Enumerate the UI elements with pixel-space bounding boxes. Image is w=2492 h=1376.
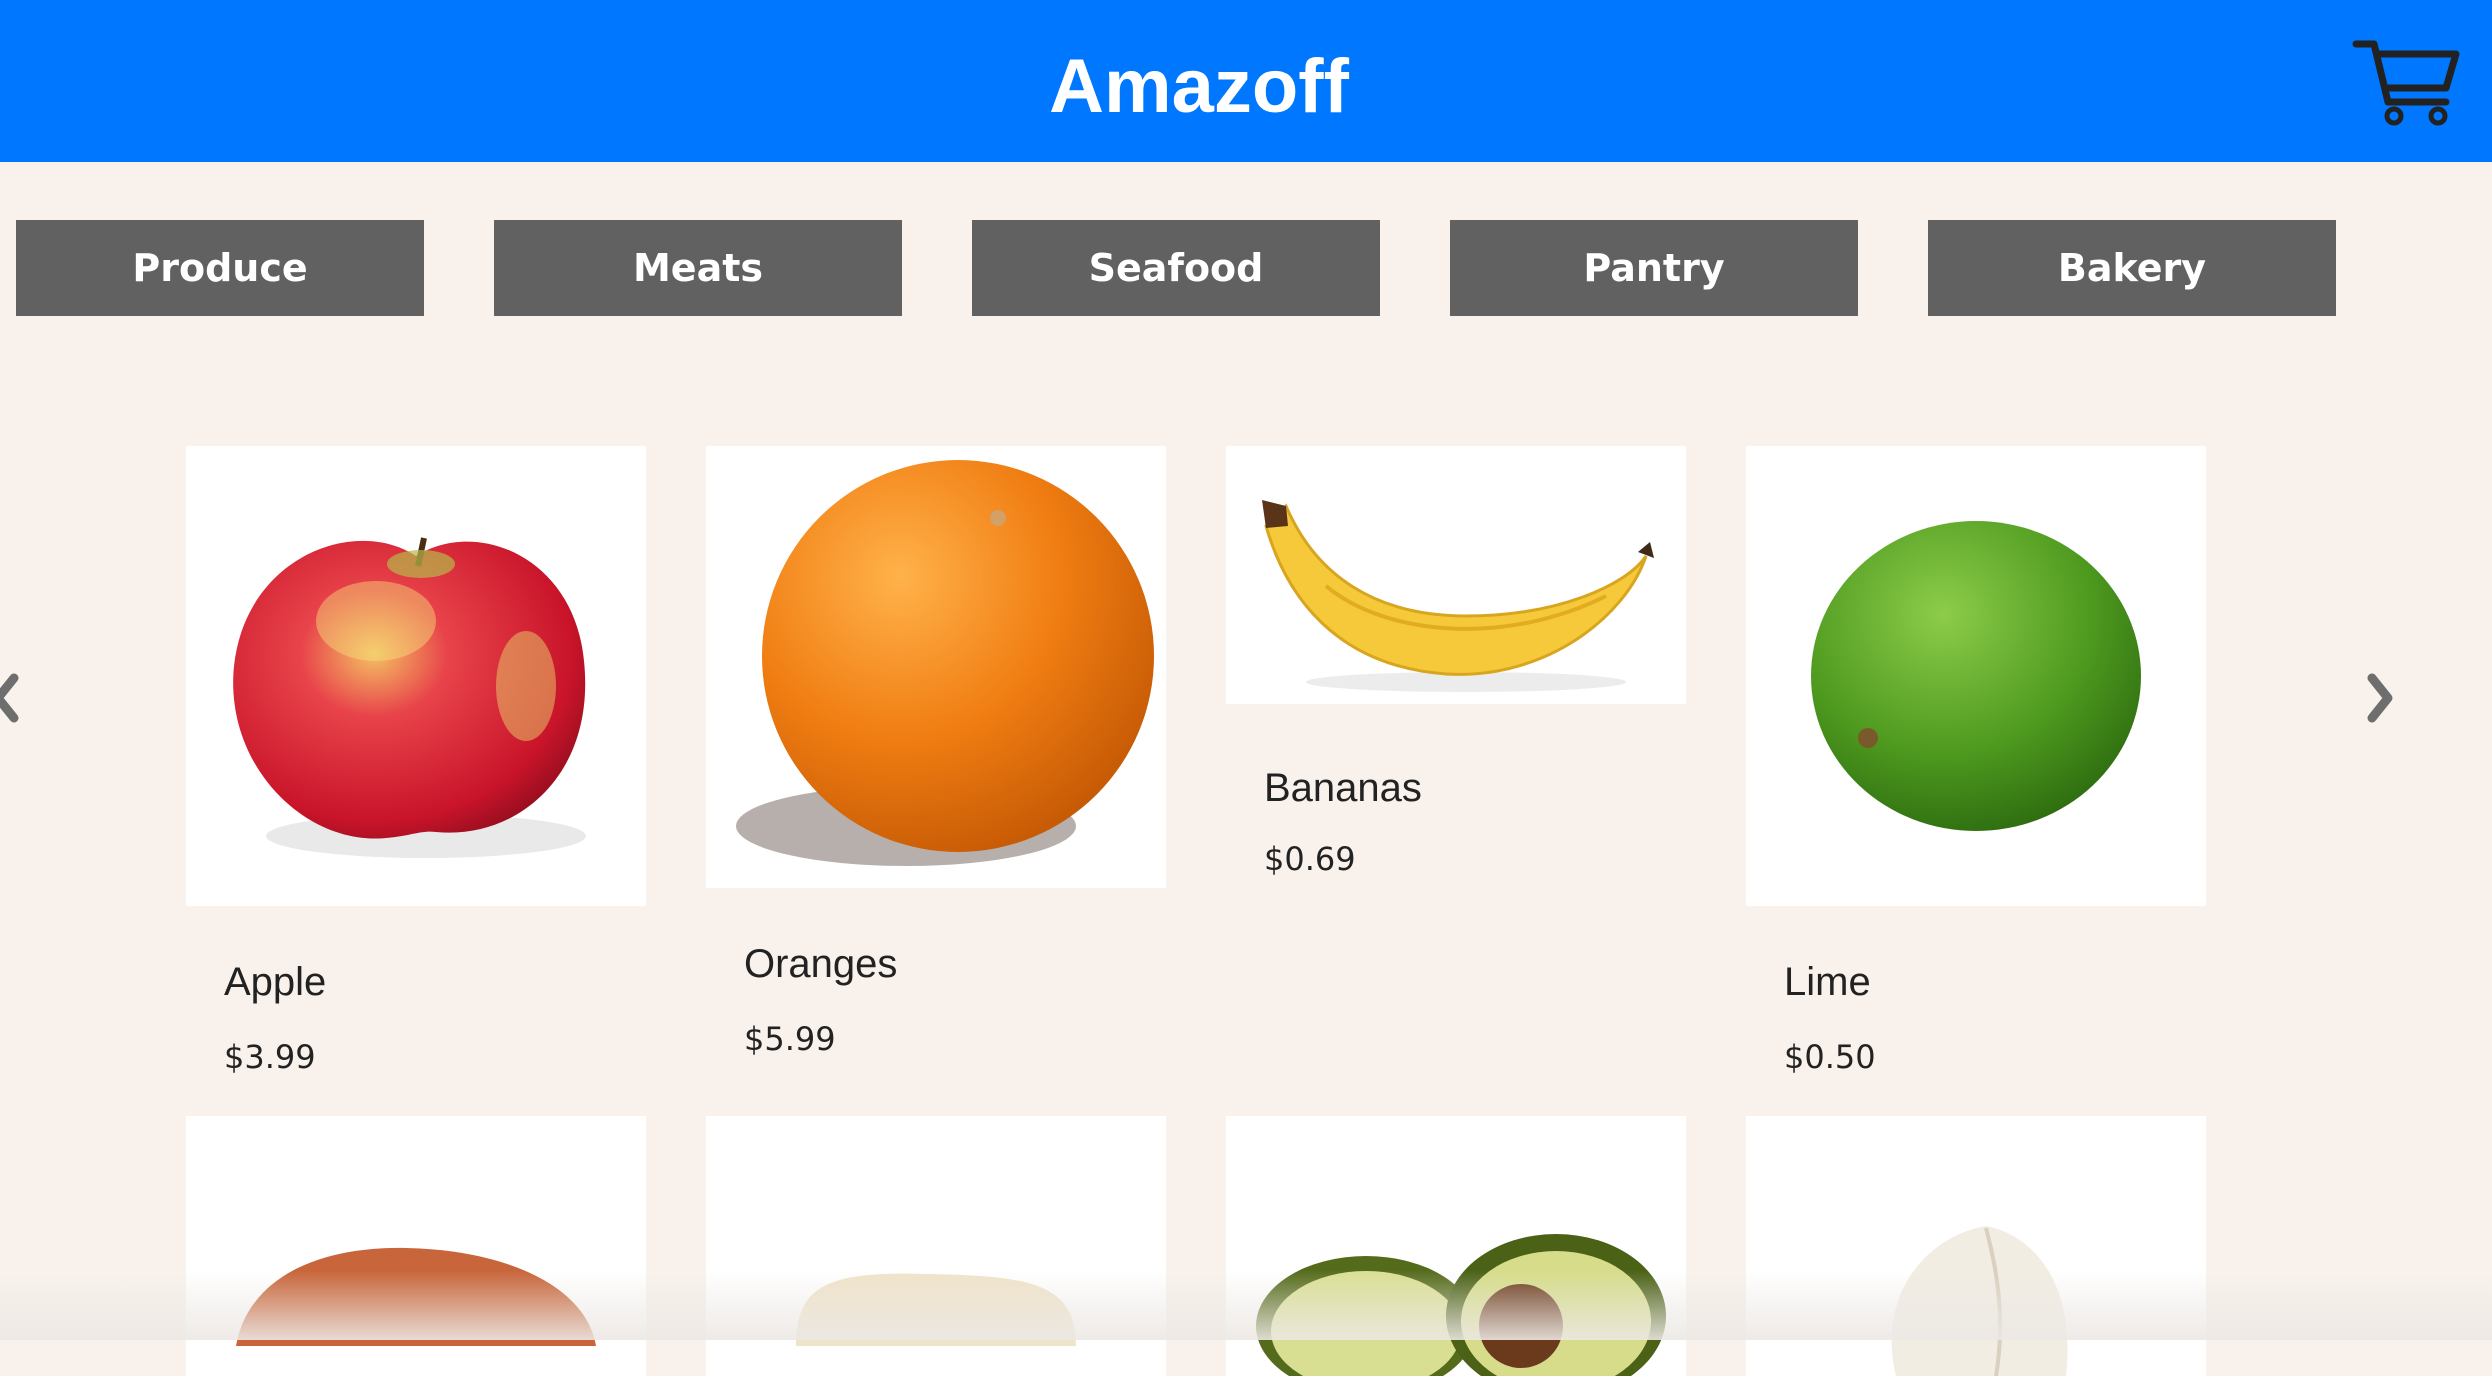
- product-price: $0.50: [1784, 1038, 1876, 1076]
- product-image[interactable]: [706, 446, 1166, 888]
- category-meats-button[interactable]: Meats: [494, 220, 902, 316]
- product-image[interactable]: [1746, 1116, 2206, 1376]
- product-card-squash[interactable]: [706, 1116, 1166, 1376]
- product-card-sweet-potato[interactable]: [186, 1116, 646, 1376]
- top-header: Amazoff: [0, 0, 2492, 162]
- product-image[interactable]: [1746, 446, 2206, 906]
- product-card-garlic[interactable]: [1746, 1116, 2206, 1376]
- banana-icon: [1262, 500, 1654, 692]
- chevron-left-icon[interactable]: [0, 668, 26, 728]
- apple-icon: [233, 537, 586, 858]
- product-price: $5.99: [744, 1020, 836, 1058]
- avocado-icon: [1256, 1234, 1666, 1376]
- product-name[interactable]: Lime: [1784, 960, 1871, 1005]
- category-seafood-button[interactable]: Seafood: [972, 220, 1380, 316]
- product-image[interactable]: [186, 1116, 646, 1376]
- product-price: $0.69: [1264, 840, 1356, 878]
- shopping-cart-icon[interactable]: [2352, 38, 2462, 130]
- category-pantry-button[interactable]: Pantry: [1450, 220, 1858, 316]
- product-name[interactable]: Oranges: [744, 942, 897, 987]
- product-image[interactable]: [1226, 446, 1686, 704]
- product-price: $3.99: [224, 1038, 316, 1076]
- product-name[interactable]: Bananas: [1264, 766, 1422, 811]
- category-bakery-button[interactable]: Bakery: [1928, 220, 2336, 316]
- product-image[interactable]: [706, 1116, 1166, 1376]
- category-nav: Produce Meats Seafood Pantry Bakery: [16, 220, 2336, 316]
- product-image[interactable]: [186, 446, 646, 906]
- squash-icon: [796, 1273, 1076, 1346]
- product-card-avocado[interactable]: [1226, 1116, 1686, 1376]
- lime-icon: [1811, 521, 2141, 831]
- product-card-lime[interactable]: [1746, 446, 2206, 906]
- product-name[interactable]: Apple: [224, 960, 326, 1005]
- chevron-right-icon[interactable]: [2360, 668, 2400, 728]
- category-produce-button[interactable]: Produce: [16, 220, 424, 316]
- product-image[interactable]: [1226, 1116, 1686, 1376]
- product-card-oranges[interactable]: [706, 446, 1166, 888]
- site-title[interactable]: Amazoff: [0, 0, 2398, 172]
- orange-icon: [736, 460, 1154, 866]
- product-card-bananas[interactable]: [1226, 446, 1686, 704]
- sweet-potato-icon: [236, 1247, 596, 1346]
- product-card-apple[interactable]: [186, 446, 646, 906]
- garlic-icon: [1891, 1226, 2068, 1376]
